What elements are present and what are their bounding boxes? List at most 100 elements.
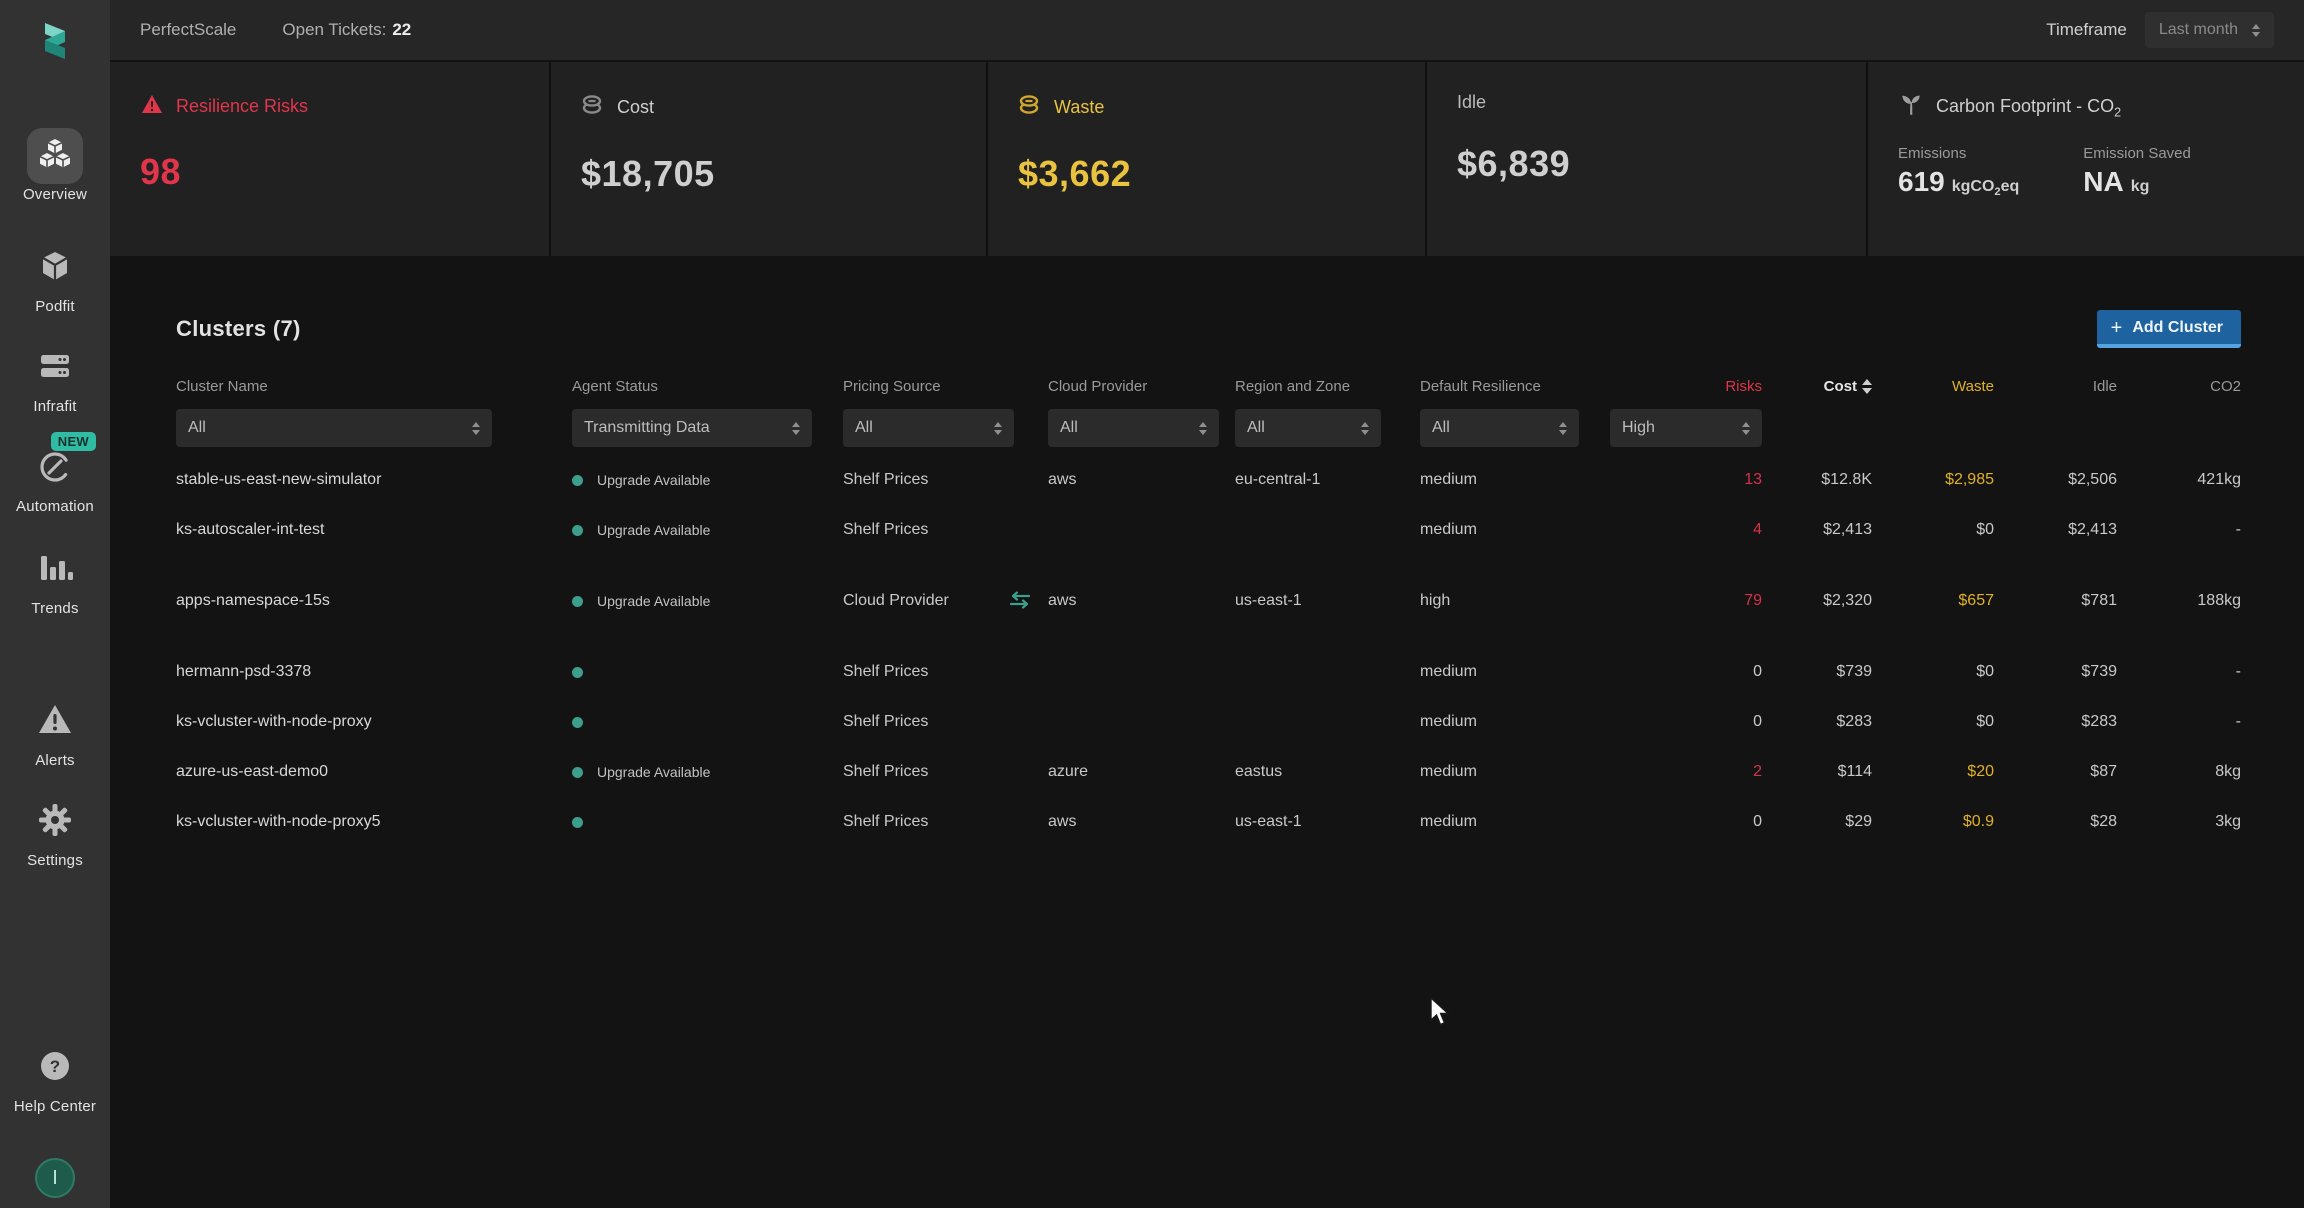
emissions-label: Emissions: [1898, 145, 2019, 162]
sidebar-item-overview[interactable]: Overview: [0, 128, 110, 203]
cell-agent-status: [572, 667, 843, 678]
pricing-text: Shelf Prices: [843, 520, 928, 540]
cell-default-resilience: medium: [1420, 663, 1610, 681]
open-tickets-value: 22: [392, 20, 411, 39]
clusters-title: Clusters (7): [176, 316, 301, 342]
table-row[interactable]: hermann-psd-3378 Shelf Prices: [176, 647, 2241, 697]
sidebar-item-alerts[interactable]: Alerts: [0, 694, 110, 769]
kpi-cards: Resilience Risks 98 Cost $18,705: [110, 62, 2304, 256]
question-icon: ?: [36, 1047, 74, 1090]
card-value: $6,839: [1457, 143, 1836, 185]
timeframe-value: Last month: [2159, 21, 2238, 39]
cell-waste: $0: [1872, 663, 1994, 681]
cell-cluster-name: hermann-psd-3378: [176, 663, 572, 681]
card-value: $3,662: [1018, 153, 1395, 195]
col-header-pricing-source: Pricing Source: [843, 378, 1048, 395]
active-item-highlight: [27, 128, 83, 184]
cell-cluster-name: ks-vcluster-with-node-proxy5: [176, 813, 572, 831]
coins-icon: [581, 92, 605, 123]
col-header-waste: Waste: [1872, 378, 1994, 395]
table-row[interactable]: ks-autoscaler-int-test Upgrade Available…: [176, 505, 2241, 555]
filter-default-resilience[interactable]: All: [1420, 409, 1579, 447]
card-value: $18,705: [581, 153, 956, 195]
sidebar-item-label: Alerts: [0, 752, 110, 769]
cell-cost: $29: [1762, 813, 1872, 831]
servers-icon: [35, 346, 75, 391]
sidebar-item-label: Help Center: [0, 1098, 110, 1115]
cell-default-resilience: medium: [1420, 521, 1610, 539]
card-idle[interactable]: Idle $6,839: [1427, 62, 1868, 256]
cell-cloud-provider: aws: [1048, 813, 1235, 831]
leaf-icon: [1898, 92, 1924, 123]
pricing-text: Cloud Provider: [843, 591, 949, 611]
warning-triangle-icon: [34, 699, 76, 746]
col-header-cloud-provider: Cloud Provider: [1048, 378, 1235, 395]
pricing-text: Shelf Prices: [843, 712, 928, 732]
cell-cluster-name: stable-us-east-new-simulator: [176, 471, 572, 489]
cell-idle: $283: [1994, 713, 2117, 731]
cell-agent-status: Upgrade Available: [572, 764, 843, 780]
add-cluster-button[interactable]: + Add Cluster: [2097, 310, 2241, 348]
cell-agent-status: [572, 817, 843, 828]
card-label: Resilience Risks: [176, 96, 308, 117]
sort-icon: [1862, 379, 1872, 394]
warning-triangle-icon: [140, 92, 164, 121]
sidebar-item-help-center[interactable]: ? Help Center: [0, 1040, 110, 1115]
perfectscale-logo-icon[interactable]: [32, 18, 78, 69]
chevron-updown-icon: [472, 422, 480, 435]
card-waste[interactable]: Waste $3,662: [988, 62, 1427, 256]
chevron-updown-icon: [1559, 422, 1567, 435]
cell-pricing-source: Shelf Prices: [843, 662, 1048, 682]
status-dot-icon: [572, 817, 583, 828]
card-cost[interactable]: Cost $18,705: [551, 62, 988, 256]
user-avatar[interactable]: I: [35, 1158, 75, 1198]
sidebar-item-podfit[interactable]: Podfit: [0, 240, 110, 315]
svg-text:?: ?: [50, 1057, 60, 1076]
cell-risks: 13: [1610, 471, 1762, 489]
open-tickets: Open Tickets:22: [282, 20, 411, 40]
timeframe-select[interactable]: Last month: [2145, 12, 2274, 48]
card-resilience-risks[interactable]: Resilience Risks 98: [110, 62, 551, 256]
col-header-cost[interactable]: Cost: [1762, 378, 1872, 395]
cell-cloud-provider: azure: [1048, 763, 1235, 781]
status-text: Upgrade Available: [597, 522, 710, 538]
cell-default-resilience: high: [1420, 592, 1610, 610]
cell-co2: -: [2117, 521, 2241, 539]
card-carbon-footprint[interactable]: Carbon Footprint - CO2 Emissions 619 kgC…: [1868, 62, 2304, 256]
main-content: Clusters (7) + Add Cluster Cluster Name …: [110, 256, 2304, 1208]
table-row[interactable]: stable-us-east-new-simulator Upgrade Ava…: [176, 455, 2241, 505]
table-row[interactable]: azure-us-east-demo0 Upgrade Available Sh…: [176, 747, 2241, 797]
filter-pricing-source[interactable]: All: [843, 409, 1014, 447]
filter-risks[interactable]: High: [1610, 409, 1762, 447]
app-screen: Overview Podfit: [0, 0, 2304, 1208]
automation-icon: [34, 445, 76, 492]
cell-cluster-name: apps-namespace-15s: [176, 592, 572, 610]
col-header-idle: Idle: [1994, 378, 2117, 395]
table-row[interactable]: ks-vcluster-with-node-proxy Shelf Prices: [176, 697, 2241, 747]
sidebar-item-settings[interactable]: Settings: [0, 794, 110, 869]
emissions-block: Emissions 619 kgCO2eq: [1898, 145, 2019, 198]
cell-cost: $2,413: [1762, 521, 1872, 539]
cell-cloud-provider: aws: [1048, 592, 1235, 610]
chevron-updown-icon: [1199, 422, 1207, 435]
sidebar-item-infrafit[interactable]: Infrafit: [0, 340, 110, 415]
cell-waste: $0: [1872, 521, 1994, 539]
sidebar-item-automation[interactable]: NEW Automation: [0, 440, 110, 515]
filter-cluster-name[interactable]: All: [176, 409, 492, 447]
cell-idle: $28: [1994, 813, 2117, 831]
sidebar-item-label: Infrafit: [0, 398, 110, 415]
table-row[interactable]: apps-namespace-15s Upgrade Available Clo…: [176, 555, 2241, 647]
cell-risks: 0: [1610, 713, 1762, 731]
table-row[interactable]: ks-vcluster-with-node-proxy5 Shelf Price…: [176, 797, 2241, 847]
sidebar-item-label: Trends: [0, 600, 110, 617]
sidebar-item-label: Overview: [0, 186, 110, 203]
filter-region-zone[interactable]: All: [1235, 409, 1381, 447]
cell-waste: $0.9: [1872, 813, 1994, 831]
filter-agent-status[interactable]: Transmitting Data: [572, 409, 812, 447]
filter-cloud-provider[interactable]: All: [1048, 409, 1219, 447]
status-dot-icon: [572, 596, 583, 607]
pricing-text: Shelf Prices: [843, 812, 928, 832]
sidebar-item-trends[interactable]: Trends: [0, 542, 110, 617]
breadcrumb-brand: PerfectScale: [140, 20, 236, 40]
cube-icon: [35, 246, 75, 291]
